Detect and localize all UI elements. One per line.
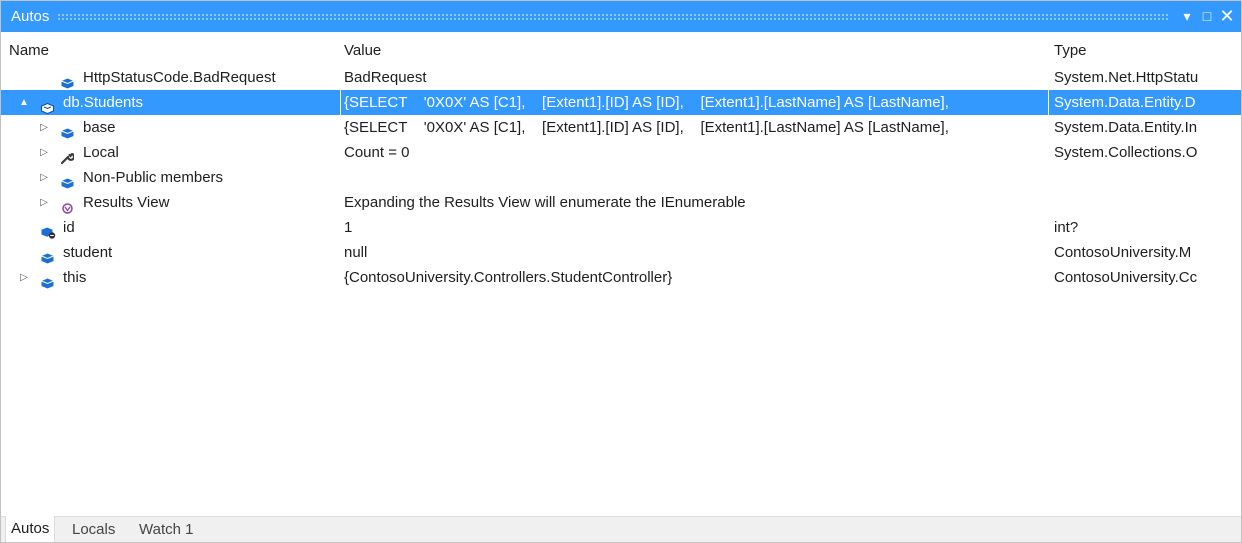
type-cell — [1054, 165, 1234, 190]
column-header-type[interactable]: Type — [1054, 39, 1087, 63]
name-cell: id — [1, 215, 336, 240]
table-row[interactable]: HttpStatusCode.BadRequest BadRequest Syste… — [1, 65, 1241, 90]
collapse-arrow-icon[interactable]: ▲ — [17, 90, 31, 115]
variable-name: HttpStatusCode.BadRequest — [83, 69, 276, 86]
variable-name: Local — [83, 144, 119, 161]
tab-locals[interactable]: Locals — [67, 517, 120, 542]
value-cell[interactable] — [344, 165, 1042, 190]
window-position-dropdown-icon[interactable]: ▾ — [1177, 1, 1197, 32]
name-cell: student — [1, 240, 336, 265]
property-icon — [41, 97, 54, 115]
bottom-tab-strip: Autos Locals Watch 1 — [1, 516, 1241, 542]
local-variable-icon — [41, 222, 56, 239]
type-cell: ContosoUniversity.Cc — [1054, 269, 1198, 286]
name-cell: ▷ this — [1, 265, 336, 290]
type-cell — [1054, 190, 1234, 215]
field-icon — [61, 122, 74, 139]
name-cell: ▷ base — [1, 115, 336, 140]
value-cell[interactable]: {SELECT '0X0X' AS [C1], [Extent1].[ID] A… — [344, 90, 1042, 115]
value-cell[interactable]: null — [344, 240, 1042, 265]
expand-arrow-icon[interactable]: ▷ — [37, 115, 51, 140]
variable-name: student — [63, 244, 113, 261]
column-divider — [1048, 90, 1049, 115]
close-icon[interactable]: ✕ — [1217, 1, 1237, 32]
tab-watch-1[interactable]: Watch 1 — [134, 517, 198, 542]
variable-name: base — [83, 119, 116, 136]
tab-autos[interactable]: Autos — [5, 516, 56, 542]
field-icon — [61, 172, 74, 189]
column-divider — [340, 90, 341, 115]
value-cell[interactable]: BadRequest — [344, 65, 1042, 90]
maximize-icon[interactable]: □ — [1197, 1, 1217, 32]
table-row[interactable]: student null ContosoUniversity.M — [1, 240, 1241, 265]
table-row[interactable]: ▷ Results View Expanding the Results View … — [1, 190, 1241, 215]
variable-name: db.Students — [63, 94, 144, 111]
name-cell: ▷ Non-Public members — [1, 165, 336, 190]
variables-grid: HttpStatusCode.BadRequest BadRequest Syste… — [1, 65, 1241, 290]
variable-name: Results View — [83, 194, 170, 211]
value-cell[interactable]: {SELECT '0X0X' AS [C1], [Extent1].[ID] A… — [344, 115, 1042, 140]
type-cell: System.Net.HttpStatu — [1054, 69, 1199, 86]
field-icon — [41, 247, 54, 264]
name-cell: HttpStatusCode.BadRequest — [1, 65, 336, 90]
name-cell: ▷ Results View — [1, 190, 336, 215]
results-view-icon — [61, 197, 74, 214]
type-cell: System.Collections.O — [1054, 144, 1198, 161]
name-cell: ▲ db.Students — [1, 90, 336, 115]
drag-grip[interactable] — [57, 13, 1169, 20]
name-cell: ▷ Local — [1, 140, 336, 165]
field-icon — [41, 272, 54, 289]
value-cell[interactable]: {ContosoUniversity.Controllers.StudentCo… — [344, 265, 1042, 290]
table-row[interactable]: ▷ base {SELECT '0X0X' AS [C1], [Extent1].[… — [1, 115, 1241, 140]
variable-name: Non-Public members — [83, 169, 224, 186]
table-row[interactable]: ▷ Non-Public members — [1, 165, 1241, 190]
variable-name: id — [63, 219, 75, 236]
window-titlebar[interactable]: Autos ▾ □ ✕ — [1, 1, 1241, 32]
type-cell: ContosoUniversity.M — [1054, 244, 1192, 261]
type-cell: int? — [1054, 219, 1079, 236]
value-cell[interactable]: Count = 0 — [344, 140, 1042, 165]
expand-arrow-icon[interactable]: ▷ — [37, 190, 51, 215]
window-title: Autos — [11, 8, 50, 25]
field-icon — [61, 72, 74, 89]
column-header: Name Value Type — [1, 39, 1241, 63]
column-header-value[interactable]: Value — [344, 39, 381, 63]
expand-arrow-icon[interactable]: ▷ — [17, 265, 31, 290]
table-row[interactable]: ▷ Local Count = 0 System.Collections.O — [1, 140, 1241, 165]
wrench-icon — [60, 147, 76, 165]
expand-arrow-icon[interactable]: ▷ — [37, 140, 51, 165]
value-cell[interactable]: 1 — [344, 215, 1042, 240]
table-row[interactable]: id 1 int? — [1, 215, 1241, 240]
value-cell[interactable]: Expanding the Results View will enumerat… — [344, 190, 1042, 215]
column-header-name[interactable]: Name — [9, 39, 49, 63]
autos-window: Autos ▾ □ ✕ Name Value Type HttpStatusCo… — [0, 0, 1242, 543]
variable-name: this — [63, 269, 87, 286]
expand-arrow-icon[interactable]: ▷ — [37, 165, 51, 190]
type-cell: System.Data.Entity.In — [1054, 119, 1198, 136]
table-row[interactable]: ▲ db.Students {SELECT '0X0X' AS [C1], [Ext… — [1, 90, 1241, 115]
table-row[interactable]: ▷ this {ContosoUniversity.Controllers.Stud… — [1, 265, 1241, 290]
type-cell: System.Data.Entity.D — [1054, 94, 1196, 111]
